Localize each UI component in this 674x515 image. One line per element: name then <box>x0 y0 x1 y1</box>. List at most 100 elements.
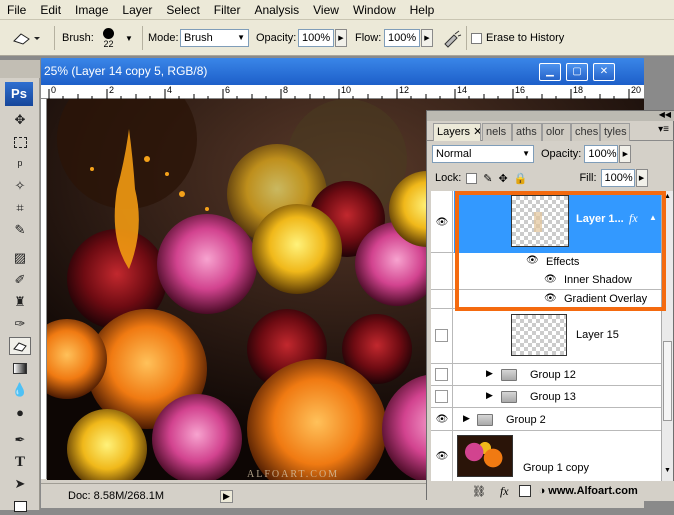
tab-styles[interactable]: tyles <box>600 123 630 141</box>
move-tool[interactable]: ✥ <box>9 111 31 129</box>
adjustment-layer-icon[interactable]: ◑ <box>539 485 546 497</box>
type-tool[interactable]: T <box>9 453 31 471</box>
lock-position-icon[interactable]: ✥ <box>499 172 508 185</box>
group-row[interactable]: ▶ Group 13 <box>431 386 661 408</box>
flow-input[interactable]: 100% <box>384 29 420 47</box>
layer-opacity-input[interactable]: 100% <box>584 145 619 163</box>
mode-select[interactable]: Brush ▼ <box>180 29 249 47</box>
gradient-tool[interactable] <box>9 359 31 377</box>
blend-mode-select[interactable]: Normal ▼ <box>432 145 534 163</box>
visibility-eye-icon[interactable]: 👁 <box>433 410 451 428</box>
layer-opacity-label: Opacity: <box>541 148 582 160</box>
brush-tool[interactable]: ✐ <box>9 271 31 289</box>
chevron-down-icon: ▼ <box>237 33 245 42</box>
brush-picker[interactable]: 22 <box>103 20 114 56</box>
group-name[interactable]: Group 12 <box>530 369 576 381</box>
opacity-input[interactable]: 100% <box>298 29 334 47</box>
menu-analysis[interactable]: Analysis <box>247 0 306 20</box>
dodge-tool[interactable]: ● <box>9 403 31 421</box>
scroll-down-arrow-icon[interactable]: ▼ <box>664 467 671 474</box>
lock-pixels-icon[interactable]: ✎ <box>483 172 492 185</box>
fill-slider-button[interactable]: ▶ <box>635 169 648 187</box>
menu-view[interactable]: View <box>306 0 346 20</box>
erase-to-history-label: Erase to History <box>486 32 565 44</box>
menu-filter[interactable]: Filter <box>207 0 248 20</box>
visibility-toggle[interactable] <box>435 329 448 342</box>
horizontal-ruler[interactable]: 0 2 4 6 8 10 12 14 16 18 20 <box>41 85 644 99</box>
crop-tool[interactable]: ⌗ <box>9 199 31 217</box>
ps-logo[interactable]: Ps <box>5 82 33 106</box>
lasso-tool[interactable]: ᵖ <box>9 155 31 173</box>
minimize-button[interactable]: ▁ <box>539 63 561 81</box>
layer-opacity-slider-button[interactable]: ▶ <box>619 145 632 163</box>
visibility-column <box>431 271 453 289</box>
toolbox-header[interactable] <box>0 60 40 78</box>
ruler-tick-label: 18 <box>573 85 584 95</box>
visibility-toggle[interactable] <box>435 368 448 381</box>
menu-image[interactable]: Image <box>68 0 115 20</box>
brush-icon: ✐ <box>14 272 26 287</box>
collapse-panel-icon[interactable]: ◀◀ <box>659 110 671 119</box>
expand-arrow-icon[interactable]: ▶ <box>486 368 493 379</box>
menu-help[interactable]: Help <box>403 0 442 20</box>
tab-channels[interactable]: nels <box>482 123 512 141</box>
menu-layer[interactable]: Layer <box>115 0 159 20</box>
tab-layers[interactable]: Layers ✕ <box>433 123 481 141</box>
fill-input[interactable]: 100% <box>600 169 635 187</box>
clone-stamp-tool[interactable]: ♜ <box>9 293 31 311</box>
add-mask-icon[interactable] <box>518 485 531 497</box>
history-brush-tool[interactable]: ✑ <box>9 315 31 333</box>
ruler-tick-label: 8 <box>283 85 289 95</box>
healing-brush-tool[interactable]: ▨ <box>9 249 31 267</box>
group-name[interactable]: Group 2 <box>506 414 546 426</box>
lock-all-icon[interactable]: 🔒 <box>514 172 528 185</box>
path-select-tool[interactable]: ➤ <box>9 475 31 493</box>
blur-tool[interactable]: 💧 <box>9 381 31 399</box>
expand-arrow-icon[interactable]: ▶ <box>486 390 493 401</box>
scrollbar-thumb[interactable] <box>663 341 672 421</box>
layer-name[interactable]: Layer 15 <box>576 329 619 341</box>
shape-tool[interactable] <box>9 497 31 515</box>
erase-to-history-checkbox[interactable] <box>471 32 482 44</box>
expand-arrow-icon[interactable]: ▶ <box>463 413 470 424</box>
layer-row[interactable]: Layer 15 <box>431 309 661 364</box>
flow-slider-button[interactable]: ▶ <box>421 29 433 47</box>
tab-paths[interactable]: aths <box>512 123 542 141</box>
visibility-eye-icon[interactable]: 👁 <box>433 213 451 231</box>
close-button[interactable]: ✕ <box>593 63 615 81</box>
layer-name[interactable]: Group 1 copy <box>523 462 589 474</box>
panel-header[interactable]: ◀◀ <box>427 110 674 121</box>
tab-color[interactable]: olor <box>542 123 571 141</box>
eraser-tool[interactable] <box>9 337 31 355</box>
group-name[interactable]: Group 13 <box>530 391 576 403</box>
airbrush-button[interactable] <box>442 20 462 56</box>
menu-edit[interactable]: Edit <box>33 0 68 20</box>
group-row[interactable]: ▶ Group 12 <box>431 364 661 386</box>
tab-swatches[interactable]: ches <box>571 123 600 141</box>
lock-transparency-icon[interactable] <box>466 172 478 184</box>
menu-file[interactable]: File <box>0 0 33 20</box>
panel-menu-icon[interactable]: ▾≡ <box>658 124 669 135</box>
opacity-slider-button[interactable]: ▶ <box>335 29 347 47</box>
status-menu-button[interactable]: ▶ <box>220 489 233 503</box>
visibility-eye-icon[interactable]: 👁 <box>433 447 451 465</box>
magic-wand-tool[interactable]: ✧ <box>9 177 31 195</box>
eyedropper-tool[interactable]: ✎ <box>9 221 31 239</box>
fill-label: Fill: <box>579 172 597 184</box>
link-layers-icon[interactable]: ⛓ <box>472 485 486 498</box>
menu-window[interactable]: Window <box>346 0 403 20</box>
tool-preset-picker[interactable] <box>10 20 40 56</box>
close-icon[interactable]: ✕ <box>473 126 480 138</box>
marquee-tool[interactable] <box>9 133 31 151</box>
group-row[interactable]: 👁 ▶ Group 2 <box>431 408 661 431</box>
add-style-fx-icon[interactable]: fx <box>500 484 509 499</box>
maximize-button[interactable]: ▢ <box>566 63 588 81</box>
visibility-toggle[interactable] <box>435 390 448 403</box>
ruler-tick-label: 6 <box>225 85 231 95</box>
menu-select[interactable]: Select <box>159 0 206 20</box>
brush-dropdown-arrow[interactable]: ▼ <box>125 20 133 56</box>
layer-row[interactable]: 👁 Group 1 copy <box>431 431 661 481</box>
stamp-icon: ♜ <box>14 294 26 309</box>
pen-tool[interactable]: ✒ <box>9 431 31 449</box>
opacity-label: Opacity: <box>256 32 297 44</box>
